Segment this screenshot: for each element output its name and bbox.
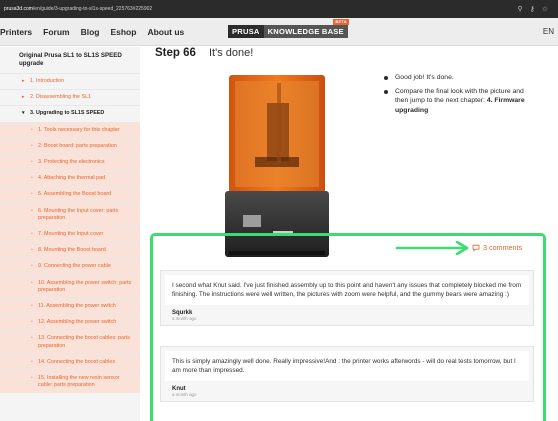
nav-blog[interactable]: Blog bbox=[81, 27, 100, 37]
nav-eshop[interactable]: Eshop bbox=[110, 27, 136, 37]
sidebar-item[interactable]: • 3. Protecting the electronics bbox=[0, 154, 140, 171]
star-icon[interactable]: ☆ bbox=[542, 5, 548, 13]
chevron-right-icon: ▾ bbox=[22, 110, 25, 117]
step-instructions: Good job! It's done. Compare the final l… bbox=[382, 73, 532, 119]
dot-icon: • bbox=[31, 303, 33, 310]
chevron-right-icon: ▸ bbox=[22, 94, 25, 101]
sidebar-item-label: 1. Tools necessary for this chapter bbox=[38, 126, 120, 133]
sidebar-item-label: 4. Attaching the thermal pad bbox=[38, 175, 106, 182]
sidebar-item-label: 14. Connecting the boost cables bbox=[38, 358, 116, 365]
dot-icon: • bbox=[31, 175, 33, 182]
comments-link[interactable]: 3 comments bbox=[472, 243, 522, 252]
dot-icon: • bbox=[31, 358, 33, 365]
sidebar-item-label: 1. Introduction bbox=[30, 78, 65, 84]
speech-bubble-icon bbox=[472, 244, 480, 251]
dot-icon: • bbox=[31, 375, 33, 382]
language-selector[interactable]: EN bbox=[543, 27, 554, 36]
sidebar-item-label: 11. Assembling the power switch bbox=[38, 303, 116, 310]
comment-time: a month ago bbox=[172, 316, 197, 321]
sidebar-item-label: 10. Assembling the power switch: parts p… bbox=[38, 279, 132, 293]
sidebar-item[interactable]: ▸ 2. Disassembling the SL1 bbox=[0, 89, 140, 105]
step-title: It's done! bbox=[209, 47, 254, 59]
instruction-item: Good job! It's done. bbox=[382, 73, 532, 83]
dot-icon: • bbox=[31, 142, 33, 149]
sidebar-item[interactable]: • 10. Assembling the power switch: parts … bbox=[0, 274, 140, 299]
sidebar-item[interactable]: • 11. Assembling the power switch bbox=[0, 298, 140, 315]
sidebar-item[interactable]: • 6. Mounting the Input cover: parts prep… bbox=[0, 202, 140, 227]
sidebar-item[interactable]: ▸ 1. Introduction bbox=[0, 73, 140, 89]
search-icon[interactable]: ⚲ bbox=[517, 5, 522, 13]
comment-author[interactable]: Knut bbox=[161, 381, 533, 392]
sidebar-item[interactable]: • 7. Mounting the Input cover bbox=[0, 226, 140, 243]
nav-printers[interactable]: Printers bbox=[0, 27, 32, 37]
sidebar-item-label: 3. Protecting the electronics bbox=[38, 159, 105, 166]
sidebar-item[interactable]: ▾ 3. Upgrading to SL1S SPEED bbox=[0, 105, 140, 121]
sidebar-item-label: 6. Mounting the Input cover: parts prepa… bbox=[38, 207, 119, 221]
step-number: Step 66 bbox=[155, 47, 196, 59]
sidebar-item[interactable]: • 15. Installing the new resin sensor cab… bbox=[0, 370, 140, 394]
site-header: Printers Forum Blog Eshop About us PRUSA… bbox=[0, 18, 558, 46]
sidebar-item[interactable]: • 9. Connecting the power cable bbox=[0, 258, 140, 275]
key-icon[interactable]: ⚷ bbox=[530, 5, 535, 13]
nav-about-us[interactable]: About us bbox=[147, 27, 184, 37]
sidebar-item-label: 15. Installing the new resin sensor cabl… bbox=[38, 375, 120, 389]
sidebar-item-label: 2. Disassembling the SL1 bbox=[30, 94, 92, 101]
sidebar-item-label: 8. Mounting the Boost board bbox=[38, 247, 106, 254]
sidebar-item-label: 9. Connecting the power cable bbox=[38, 263, 111, 270]
sidebar-item[interactable]: • 12. Assembling the power switch bbox=[0, 314, 140, 331]
dot-icon: • bbox=[31, 247, 33, 254]
dot-icon: • bbox=[31, 159, 33, 166]
browser-address-bar[interactable]: prusa3d.com/en/guide/3-upgrading-to-sl1s… bbox=[0, 0, 558, 18]
sidebar-item[interactable]: • 4. Attaching the thermal pad bbox=[0, 170, 140, 187]
sidebar-item-label: 7. Mounting the Input cover bbox=[38, 231, 104, 238]
sidebar-item-label: 13. Connecting the boost cables: parts p… bbox=[38, 335, 130, 349]
sidebar-item-label: 3. Upgrading to SL1S SPEED bbox=[30, 110, 105, 117]
dot-icon: • bbox=[31, 126, 33, 133]
dot-icon: • bbox=[31, 231, 33, 238]
main-content: Step 66 It's done! Good job! It's done. … bbox=[140, 47, 558, 421]
comment-time: a month ago bbox=[172, 392, 197, 397]
beta-badge: BETA bbox=[333, 19, 349, 25]
sidebar-item[interactable]: • 1. Tools necessary for this chapter bbox=[0, 121, 140, 138]
dot-icon: • bbox=[31, 191, 33, 198]
sidebar-item-label: 2. Boost board: parts preparation bbox=[38, 142, 117, 149]
dot-icon: • bbox=[31, 319, 33, 326]
guide-sidebar: Original Prusa SL1 to SL1S SPEED upgrade… bbox=[0, 47, 140, 421]
sidebar-item-label: 12. Assembling the power switch bbox=[38, 319, 117, 326]
comment-text: This is simply amazingly well done. Real… bbox=[165, 351, 529, 381]
chapter-list: ▸ 1. Introduction ▸ 2. Disassembling the SL… bbox=[0, 73, 140, 394]
instruction-item: Compare the final look with the picture … bbox=[382, 87, 532, 116]
sidebar-item[interactable]: • 5. Assembling the Boost board bbox=[0, 186, 140, 203]
comment-card: This is simply amazingly well done. Real… bbox=[160, 346, 534, 402]
prusa-knowledge-base-logo[interactable]: PRUSA KNOWLEDGE BASE BETA bbox=[228, 19, 349, 38]
url-text[interactable]: prusa3d.com/en/guide/3-upgrading-to-sl1s… bbox=[4, 6, 517, 12]
chevron-right-icon: ▸ bbox=[22, 78, 25, 84]
sidebar-item[interactable]: • 8. Mounting the Boost board bbox=[0, 242, 140, 259]
arrow-right-icon bbox=[395, 241, 469, 255]
sidebar-item-label: 5. Assembling the Boost board bbox=[38, 191, 112, 198]
sidebar-item[interactable]: • 14. Connecting the boost cables bbox=[0, 353, 140, 371]
guide-title[interactable]: Original Prusa SL1 to SL1S SPEED upgrade bbox=[0, 47, 140, 73]
dot-icon: • bbox=[31, 335, 33, 342]
comment-author[interactable]: Squrkk bbox=[161, 305, 533, 316]
dot-icon: • bbox=[31, 263, 33, 270]
comment-card: I second what Knut said. I've just finis… bbox=[160, 270, 534, 326]
nav-forum[interactable]: Forum bbox=[43, 27, 69, 37]
sidebar-item[interactable]: • 2. Boost board: parts preparation bbox=[0, 137, 140, 155]
dot-icon: • bbox=[31, 207, 33, 214]
main-nav: Printers Forum Blog Eshop About us bbox=[0, 27, 184, 37]
dot-icon: • bbox=[31, 279, 33, 286]
comment-text: I second what Knut said. I've just finis… bbox=[165, 275, 529, 305]
sidebar-item[interactable]: • 13. Connecting the boost cables: parts … bbox=[0, 330, 140, 354]
